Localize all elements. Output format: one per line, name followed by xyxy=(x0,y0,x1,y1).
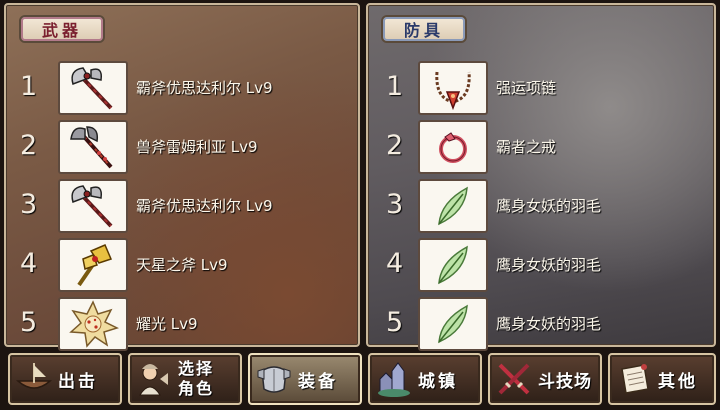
sortie-label: 出击 xyxy=(58,371,98,392)
feather-icon xyxy=(418,179,488,233)
armor-panel: 防具 1 强运项链 2 霸者之戒 3 鹰身女妖的羽毛 4 鹰身女妖的羽毛 5 鹰… xyxy=(366,3,716,351)
crossed-swords-icon xyxy=(490,355,538,403)
golden-axe-icon xyxy=(58,238,128,292)
ring-icon xyxy=(418,120,488,174)
feather-icon xyxy=(418,238,488,292)
equip-button[interactable]: 装备 xyxy=(248,353,362,405)
ship-icon xyxy=(10,355,58,403)
feather-icon xyxy=(418,297,488,351)
sortie-button[interactable]: 出击 xyxy=(8,353,122,405)
weapon-panel: 武器 1 霸斧优思达利尔 Lv9 2 兽斧雷姆利亚 Lv9 3 霸斧优思达利尔 … xyxy=(4,3,360,351)
town-button[interactable]: 城镇 xyxy=(368,353,482,405)
armor-name: 鹰身女妖的羽毛 xyxy=(496,197,602,215)
castle-icon xyxy=(370,355,418,403)
other-button[interactable]: 其他 xyxy=(608,353,716,405)
weapon-name: 霸斧优思达利尔 Lv9 xyxy=(136,197,273,215)
armor-name: 鹰身女妖的羽毛 xyxy=(496,315,602,333)
beast-axe-icon xyxy=(58,120,128,174)
armor-slot-3[interactable]: 3 鹰身女妖的羽毛 xyxy=(368,177,714,235)
slot-number: 1 xyxy=(386,71,404,102)
slot-number: 1 xyxy=(20,71,38,102)
armor-panel-title: 防具 xyxy=(381,15,467,43)
armor-icon xyxy=(250,355,298,403)
slot-number: 2 xyxy=(386,130,404,161)
bottom-nav: 出击 选择 角色 装备 城镇 斗技场 其他 xyxy=(0,350,720,410)
armor-slot-2[interactable]: 2 霸者之戒 xyxy=(368,118,714,176)
slot-number: 4 xyxy=(20,248,38,279)
equip-label: 装备 xyxy=(298,371,338,392)
armor-slot-5[interactable]: 5 鹰身女妖的羽毛 xyxy=(368,295,714,353)
armor-slot-1[interactable]: 1 强运项链 xyxy=(368,59,714,117)
weapon-slot-1[interactable]: 1 霸斧优思达利尔 Lv9 xyxy=(6,59,358,117)
slot-number: 2 xyxy=(20,130,38,161)
slot-number: 3 xyxy=(20,189,38,220)
character-icon xyxy=(130,355,178,403)
select-label-line1: 选择 xyxy=(178,359,215,378)
weapon-slot-5[interactable]: 5 耀光 Lv9 xyxy=(6,295,358,353)
select-character-button[interactable]: 选择 角色 xyxy=(128,353,242,405)
select-character-label: 选择 角色 xyxy=(178,359,214,399)
armor-name: 强运项链 xyxy=(496,79,557,97)
slot-number: 3 xyxy=(386,189,404,220)
weapon-name: 耀光 Lv9 xyxy=(136,315,198,333)
necklace-icon xyxy=(418,61,488,115)
weapon-name: 霸斧优思达利尔 Lv9 xyxy=(136,79,273,97)
battle-axe-icon xyxy=(58,61,128,115)
weapon-slot-2[interactable]: 2 兽斧雷姆利亚 Lv9 xyxy=(6,118,358,176)
weapon-name: 天星之斧 Lv9 xyxy=(136,256,228,274)
town-label: 城镇 xyxy=(418,371,458,392)
other-label: 其他 xyxy=(658,371,698,392)
radiant-orb-icon xyxy=(58,297,128,351)
slot-number: 4 xyxy=(386,248,404,279)
weapon-panel-title: 武器 xyxy=(19,15,105,43)
slot-number: 5 xyxy=(20,307,38,338)
arena-button[interactable]: 斗技场 xyxy=(488,353,602,405)
weapon-slot-4[interactable]: 4 天星之斧 Lv9 xyxy=(6,236,358,294)
slot-number: 5 xyxy=(386,307,404,338)
select-label-line2: 角色 xyxy=(178,379,215,398)
scroll-icon xyxy=(610,355,658,403)
arena-label: 斗技场 xyxy=(538,371,592,392)
armor-name: 鹰身女妖的羽毛 xyxy=(496,256,602,274)
battle-axe-icon xyxy=(58,179,128,233)
weapon-slot-3[interactable]: 3 霸斧优思达利尔 Lv9 xyxy=(6,177,358,235)
weapon-name: 兽斧雷姆利亚 Lv9 xyxy=(136,138,258,156)
armor-slot-4[interactable]: 4 鹰身女妖的羽毛 xyxy=(368,236,714,294)
armor-name: 霸者之戒 xyxy=(496,138,557,156)
